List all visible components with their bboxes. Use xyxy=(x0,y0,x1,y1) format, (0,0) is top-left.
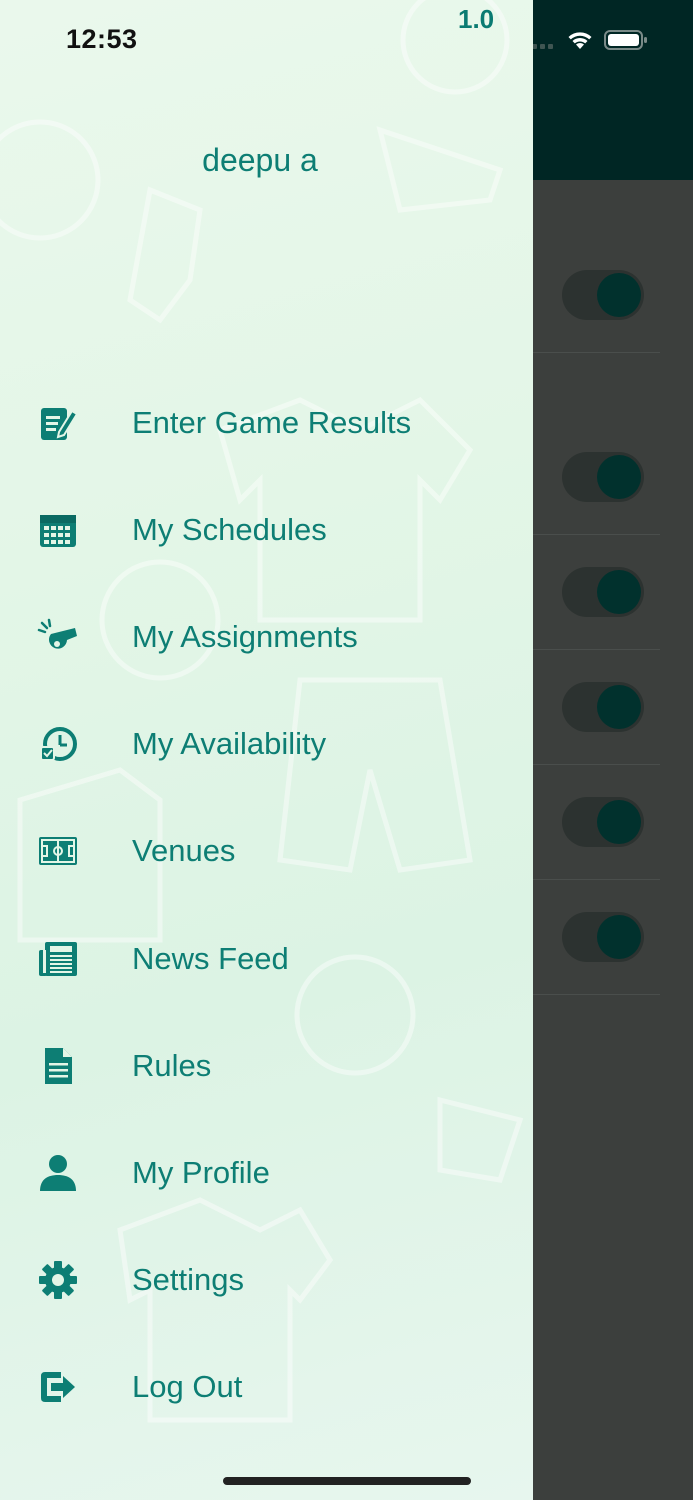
field-icon xyxy=(37,830,79,872)
calendar-icon xyxy=(37,509,79,551)
battery-icon xyxy=(604,30,647,50)
menu-item-label: My Availability xyxy=(132,726,327,762)
side-drawer: 12:53 1.0 deepu a Enter Game Results My … xyxy=(0,0,533,1500)
background-row xyxy=(533,650,660,765)
menu-item-label: News Feed xyxy=(132,940,289,976)
edit-document-icon xyxy=(37,402,79,444)
menu-item-label: My Assignments xyxy=(132,618,358,654)
status-time: 12:53 xyxy=(66,24,138,54)
background-row xyxy=(533,238,660,353)
menu-item-rules[interactable]: Rules xyxy=(0,1012,533,1119)
user-icon xyxy=(37,1152,79,1194)
logout-icon xyxy=(37,1366,79,1408)
menu-item-my-profile[interactable]: My Profile xyxy=(0,1119,533,1226)
toggle-switch[interactable] xyxy=(562,270,644,320)
menu-item-enter-game-results[interactable]: Enter Game Results xyxy=(0,369,533,476)
toggle-switch[interactable] xyxy=(562,452,644,502)
newspaper-icon xyxy=(37,938,79,980)
gear-icon xyxy=(37,1259,79,1301)
toggle-switch[interactable] xyxy=(562,682,644,732)
menu-item-label: Settings xyxy=(132,1262,245,1298)
document-icon xyxy=(37,1045,79,1087)
menu-item-label: My Profile xyxy=(132,1154,270,1190)
menu-item-label: Enter Game Results xyxy=(132,404,412,440)
menu-item-my-assignments[interactable]: My Assignments xyxy=(0,583,533,690)
background-row xyxy=(533,535,660,650)
toggle-switch[interactable] xyxy=(562,567,644,617)
menu-item-venues[interactable]: Venues xyxy=(0,798,533,905)
background-row xyxy=(533,765,660,880)
menu-item-my-availability[interactable]: My Availability xyxy=(0,691,533,798)
whistle-icon xyxy=(37,616,79,658)
wifi-icon xyxy=(568,32,592,49)
background-row xyxy=(533,420,660,535)
menu-item-news-feed[interactable]: News Feed xyxy=(0,905,533,1012)
background-row xyxy=(533,880,660,995)
user-name: deepu a xyxy=(202,142,318,178)
app-version: 1.0 xyxy=(458,4,495,34)
menu-item-label: My Schedules xyxy=(132,511,327,547)
toggle-switch[interactable] xyxy=(562,912,644,962)
toggle-switch[interactable] xyxy=(562,797,644,847)
menu-item-my-schedules[interactable]: My Schedules xyxy=(0,476,533,583)
menu-item-label: Venues xyxy=(132,833,236,869)
menu-item-settings[interactable]: Settings xyxy=(0,1227,533,1334)
drawer-menu: Enter Game Results My Schedules My Assig… xyxy=(0,369,533,1441)
menu-item-label: Rules xyxy=(132,1047,212,1083)
menu-item-label: Log Out xyxy=(132,1369,243,1405)
home-indicator[interactable] xyxy=(223,1477,471,1485)
menu-item-log-out[interactable]: Log Out xyxy=(0,1334,533,1441)
availability-clock-icon xyxy=(37,723,79,765)
status-indicators xyxy=(522,26,648,54)
